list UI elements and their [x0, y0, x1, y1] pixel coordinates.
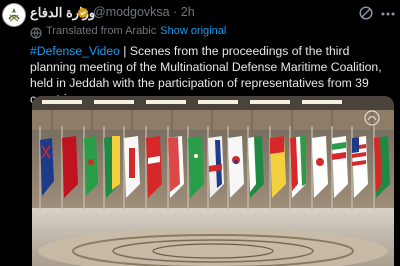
- translation-label: Translated from Arabic: [46, 25, 157, 37]
- hashtag-link[interactable]: #Defense_Video: [30, 44, 120, 58]
- show-original-link[interactable]: Show original: [160, 25, 226, 37]
- translate-icon: [30, 27, 42, 39]
- more-icon[interactable]: [381, 12, 395, 16]
- ministry-emblem-icon: [3, 4, 25, 26]
- tweet-meta: @modgovksa · 2h: [93, 5, 195, 19]
- translation-text: Translated from Arabic Show original: [46, 25, 226, 37]
- video-media[interactable]: [32, 96, 394, 266]
- slash-icon[interactable]: [359, 6, 373, 20]
- avatar[interactable]: [2, 3, 26, 27]
- tweet-header: وزارة الدفاع @modgovksa · 2h: [0, 0, 400, 27]
- author-handle[interactable]: @modgovksa: [93, 5, 170, 19]
- video-frame: [32, 96, 394, 266]
- tweet-time[interactable]: 2h: [181, 5, 195, 19]
- meta-separator: ·: [173, 5, 178, 19]
- verified-badge-icon: [77, 7, 89, 19]
